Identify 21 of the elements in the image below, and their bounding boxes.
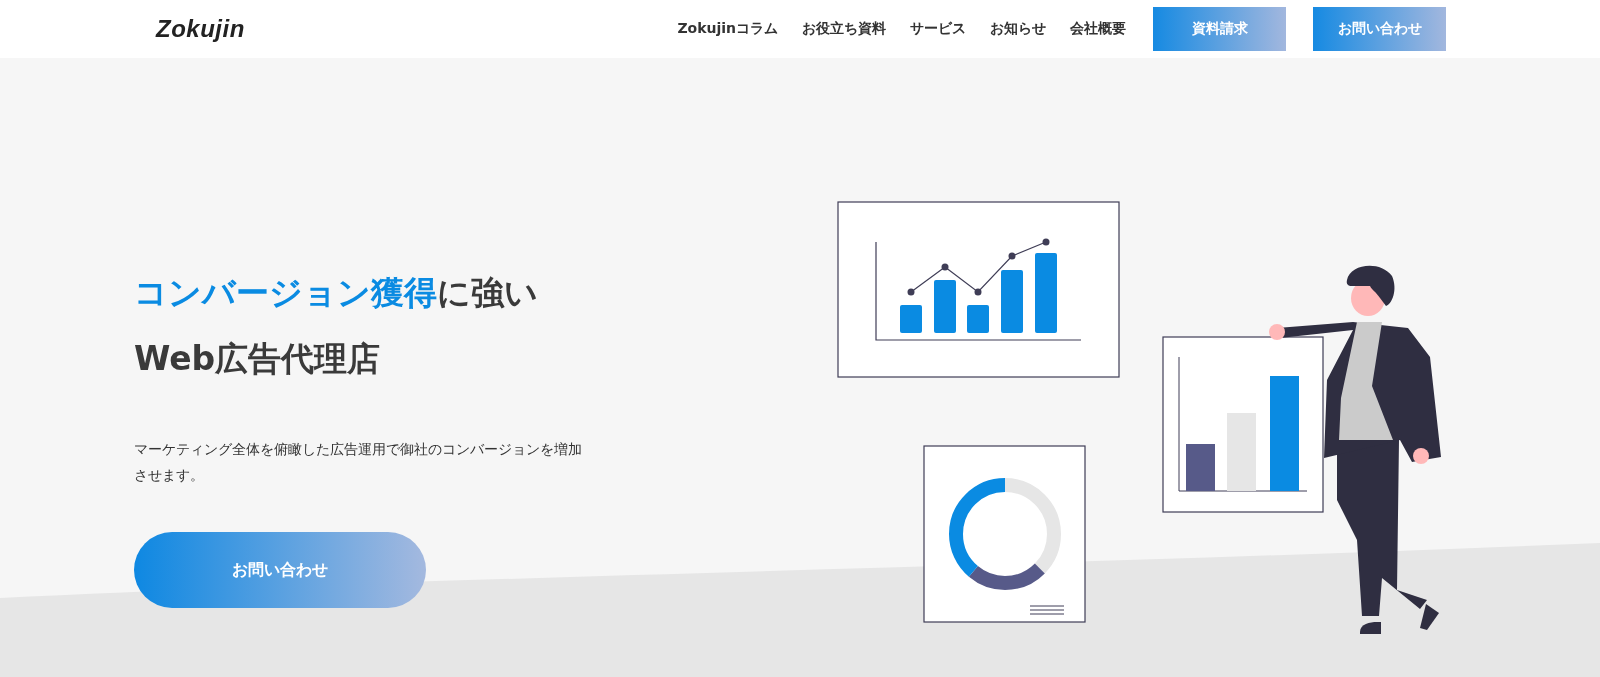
- nav-link[interactable]: お知らせ: [990, 20, 1046, 38]
- chart-point: [974, 288, 982, 296]
- chart-bar: [900, 305, 922, 333]
- chart-point: [941, 263, 949, 271]
- nav-link[interactable]: 会社概要: [1070, 20, 1126, 38]
- nav-link[interactable]: Zokujinコラム: [677, 20, 778, 38]
- nav-link[interactable]: お役立ち資料: [802, 20, 886, 38]
- logo[interactable]: Zokujin: [156, 15, 245, 43]
- chart-bar: [967, 305, 989, 333]
- head-drawing: [1346, 265, 1395, 316]
- chart-point: [907, 288, 915, 296]
- headline: Web広告代理店: [134, 339, 381, 378]
- chart-bar: [1186, 444, 1215, 491]
- chart-bar: [934, 280, 956, 333]
- headline: コンバージョン獲得に強い: [134, 273, 538, 312]
- text-lines-icon: [1029, 605, 1065, 615]
- chart-point: [1008, 252, 1016, 260]
- chart-point: [1042, 238, 1050, 246]
- chart-bar: [1001, 270, 1023, 333]
- nav-link[interactable]: サービス: [910, 20, 966, 38]
- description: マーケティング全体を俯瞰した広告運用で御社のコンバージョンを増加させます。: [134, 440, 583, 485]
